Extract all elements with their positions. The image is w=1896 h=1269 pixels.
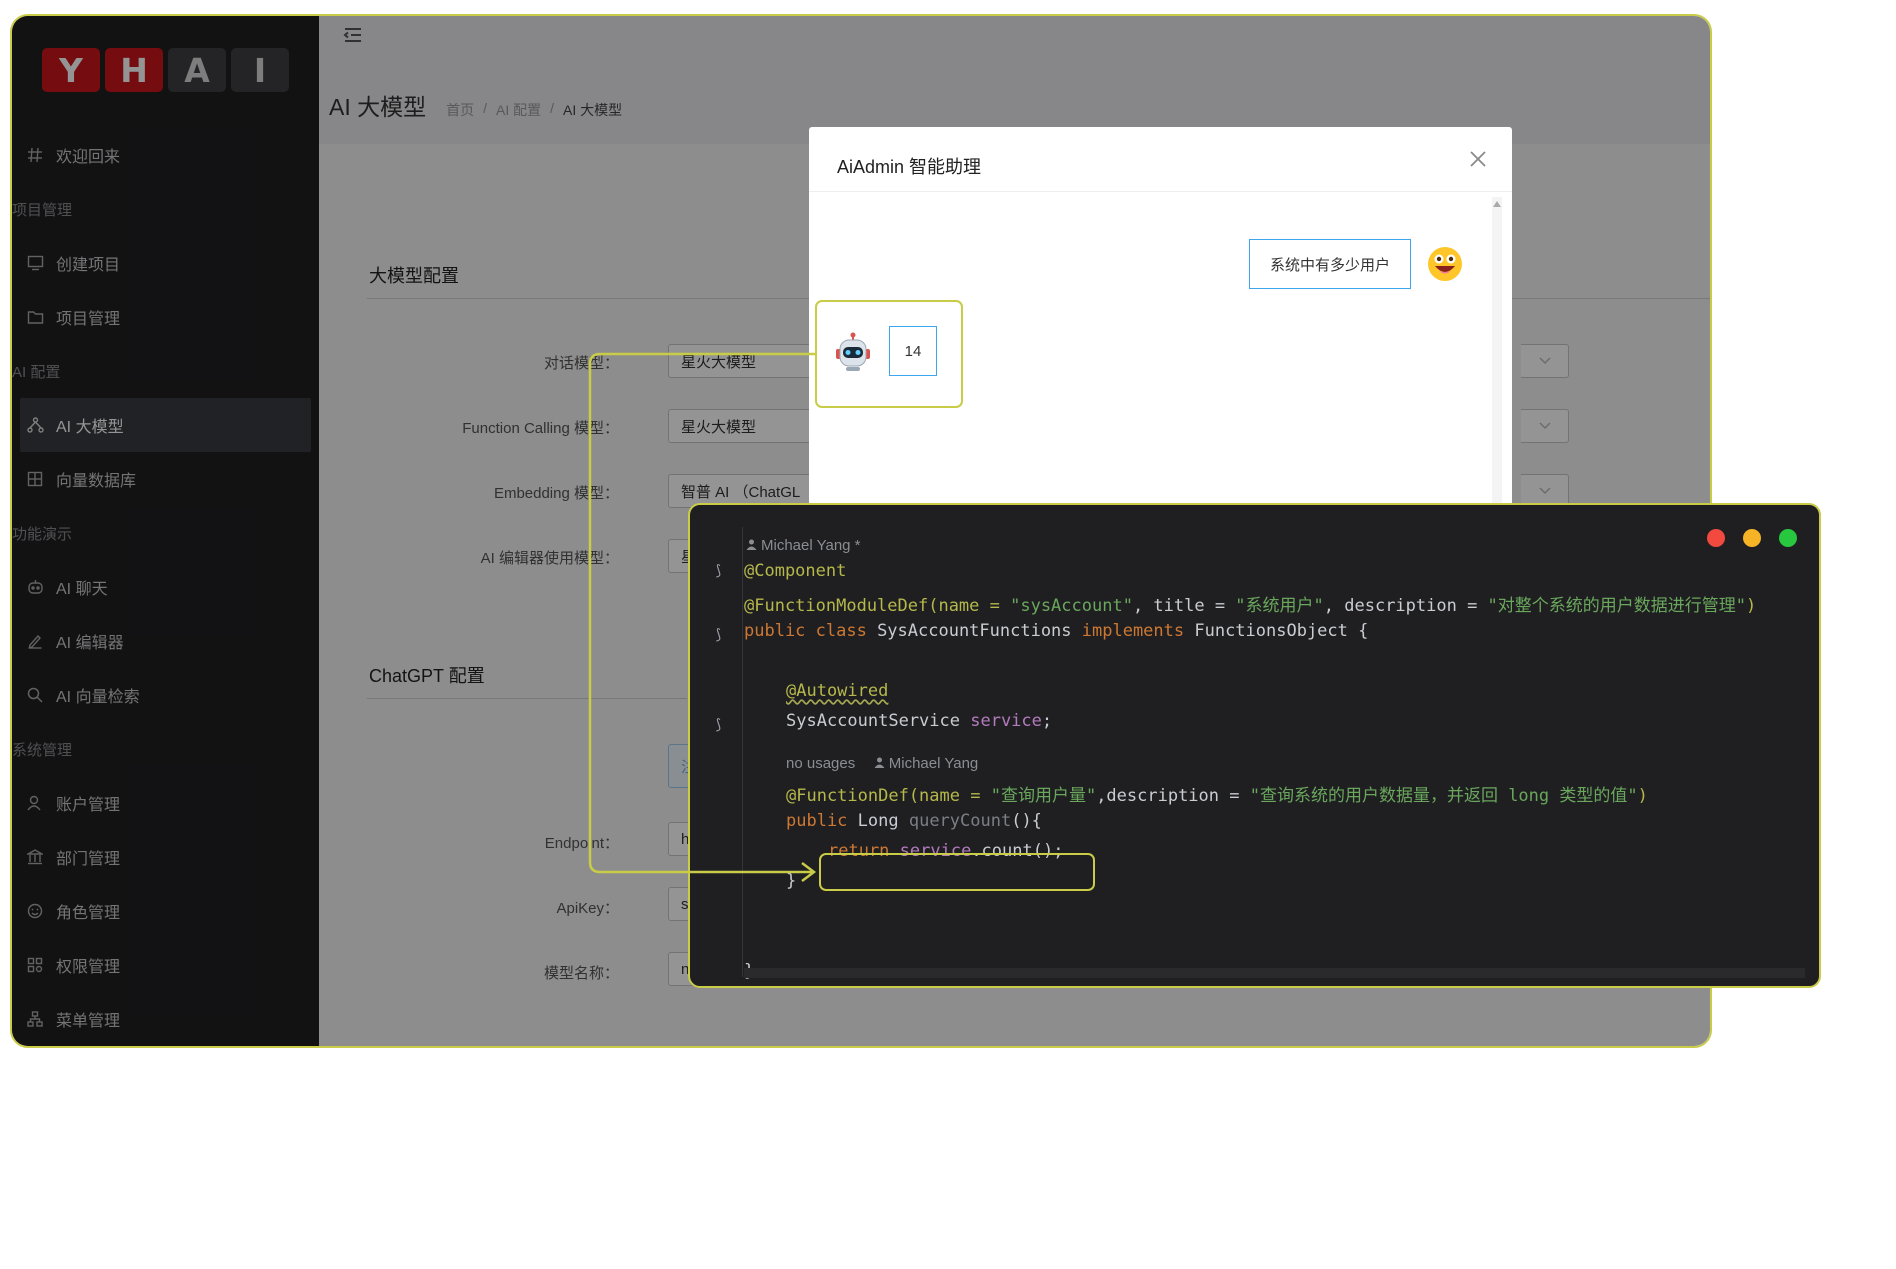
editor-horizontal-scrollbar[interactable] [744, 968, 1805, 978]
code-token: "对整个系统的用户数据进行管理" [1487, 596, 1747, 616]
code-line-method-decl: public Long queryCount(){ [786, 811, 1042, 831]
code-token: ,description = [1096, 786, 1250, 806]
gutter-fold-icon[interactable]: ⟆ [714, 717, 722, 733]
gutter-divider [742, 527, 743, 977]
ai-reply-bubble: 14 [889, 326, 937, 376]
dialog-scrollbar[interactable] [1492, 197, 1502, 537]
code-token: FunctionsObject { [1194, 621, 1369, 641]
code-token: ) [1637, 786, 1648, 806]
person-icon [746, 539, 757, 550]
code-token: , title = [1132, 596, 1236, 616]
code-line-module-def: @FunctionModuleDef(name = "sysAccount", … [744, 591, 1756, 616]
robot-avatar-icon [836, 332, 870, 371]
code-token: (){ [1011, 811, 1042, 831]
return-statement-highlight [819, 853, 1095, 891]
window-maximize-dot[interactable] [1779, 529, 1797, 547]
code-token: "查询用户量" [990, 786, 1097, 806]
dialog-title: AiAdmin 智能助理 [837, 157, 982, 177]
code-token: SysAccountService [786, 711, 971, 731]
user-emoji-avatar-icon [1428, 247, 1462, 281]
code-line-method-close: } [786, 871, 797, 891]
code-token: "查询系统的用户数据量，并返回 long 类型的值" [1249, 786, 1638, 806]
code-line-class-decl: public class SysAccountFunctions impleme… [744, 621, 1368, 641]
code-token: , description = [1323, 596, 1488, 616]
user-message-bubble: 系统中有多少用户 [1249, 239, 1411, 289]
code-editor: ⟆ ⟆ ⟆ Michael Yang * @Component @Functio… [688, 503, 1821, 988]
code-line-autowired: @Autowired [786, 681, 889, 701]
code-token: Long [857, 811, 909, 831]
usage-author: Michael Yang [888, 755, 979, 772]
dialog-divider [809, 191, 1512, 192]
code-token: public class [744, 621, 878, 641]
author-name: Michael Yang * [761, 537, 861, 554]
sidebar-item[interactable]: 数据字典 [12, 1046, 319, 1048]
code-token: SysAccountFunctions [877, 621, 1082, 641]
code-token: ) [1746, 596, 1757, 616]
scroll-up-icon[interactable] [1492, 199, 1502, 209]
window-minimize-dot[interactable] [1743, 529, 1761, 547]
close-icon[interactable] [1468, 149, 1488, 169]
window-close-dot[interactable] [1707, 529, 1725, 547]
code-token: @FunctionModuleDef(name = [744, 596, 1011, 616]
code-token: "sysAccount" [1010, 596, 1133, 616]
usage-count: no usages [786, 755, 856, 772]
code-token: "系统用户" [1235, 596, 1324, 616]
code-token: implements [1081, 621, 1195, 641]
gutter-fold-icon[interactable]: ⟆ [714, 627, 722, 643]
code-token: queryCount [908, 811, 1012, 831]
usage-hint: no usages Michael Yang [786, 755, 978, 772]
code-line-field: SysAccountService service; [786, 711, 1052, 731]
gutter-fold-icon[interactable]: ⟆ [714, 563, 722, 579]
code-line-component: @Component [744, 561, 847, 581]
author-hint: Michael Yang * [746, 537, 861, 554]
code-token: service [970, 711, 1042, 731]
code-token: ; [1041, 711, 1053, 731]
code-line-function-def: @FunctionDef(name = "查询用户量",description … [786, 781, 1648, 806]
person-icon [874, 757, 885, 768]
code-token: @FunctionDef(name = [786, 786, 991, 806]
code-token: public [786, 811, 858, 831]
